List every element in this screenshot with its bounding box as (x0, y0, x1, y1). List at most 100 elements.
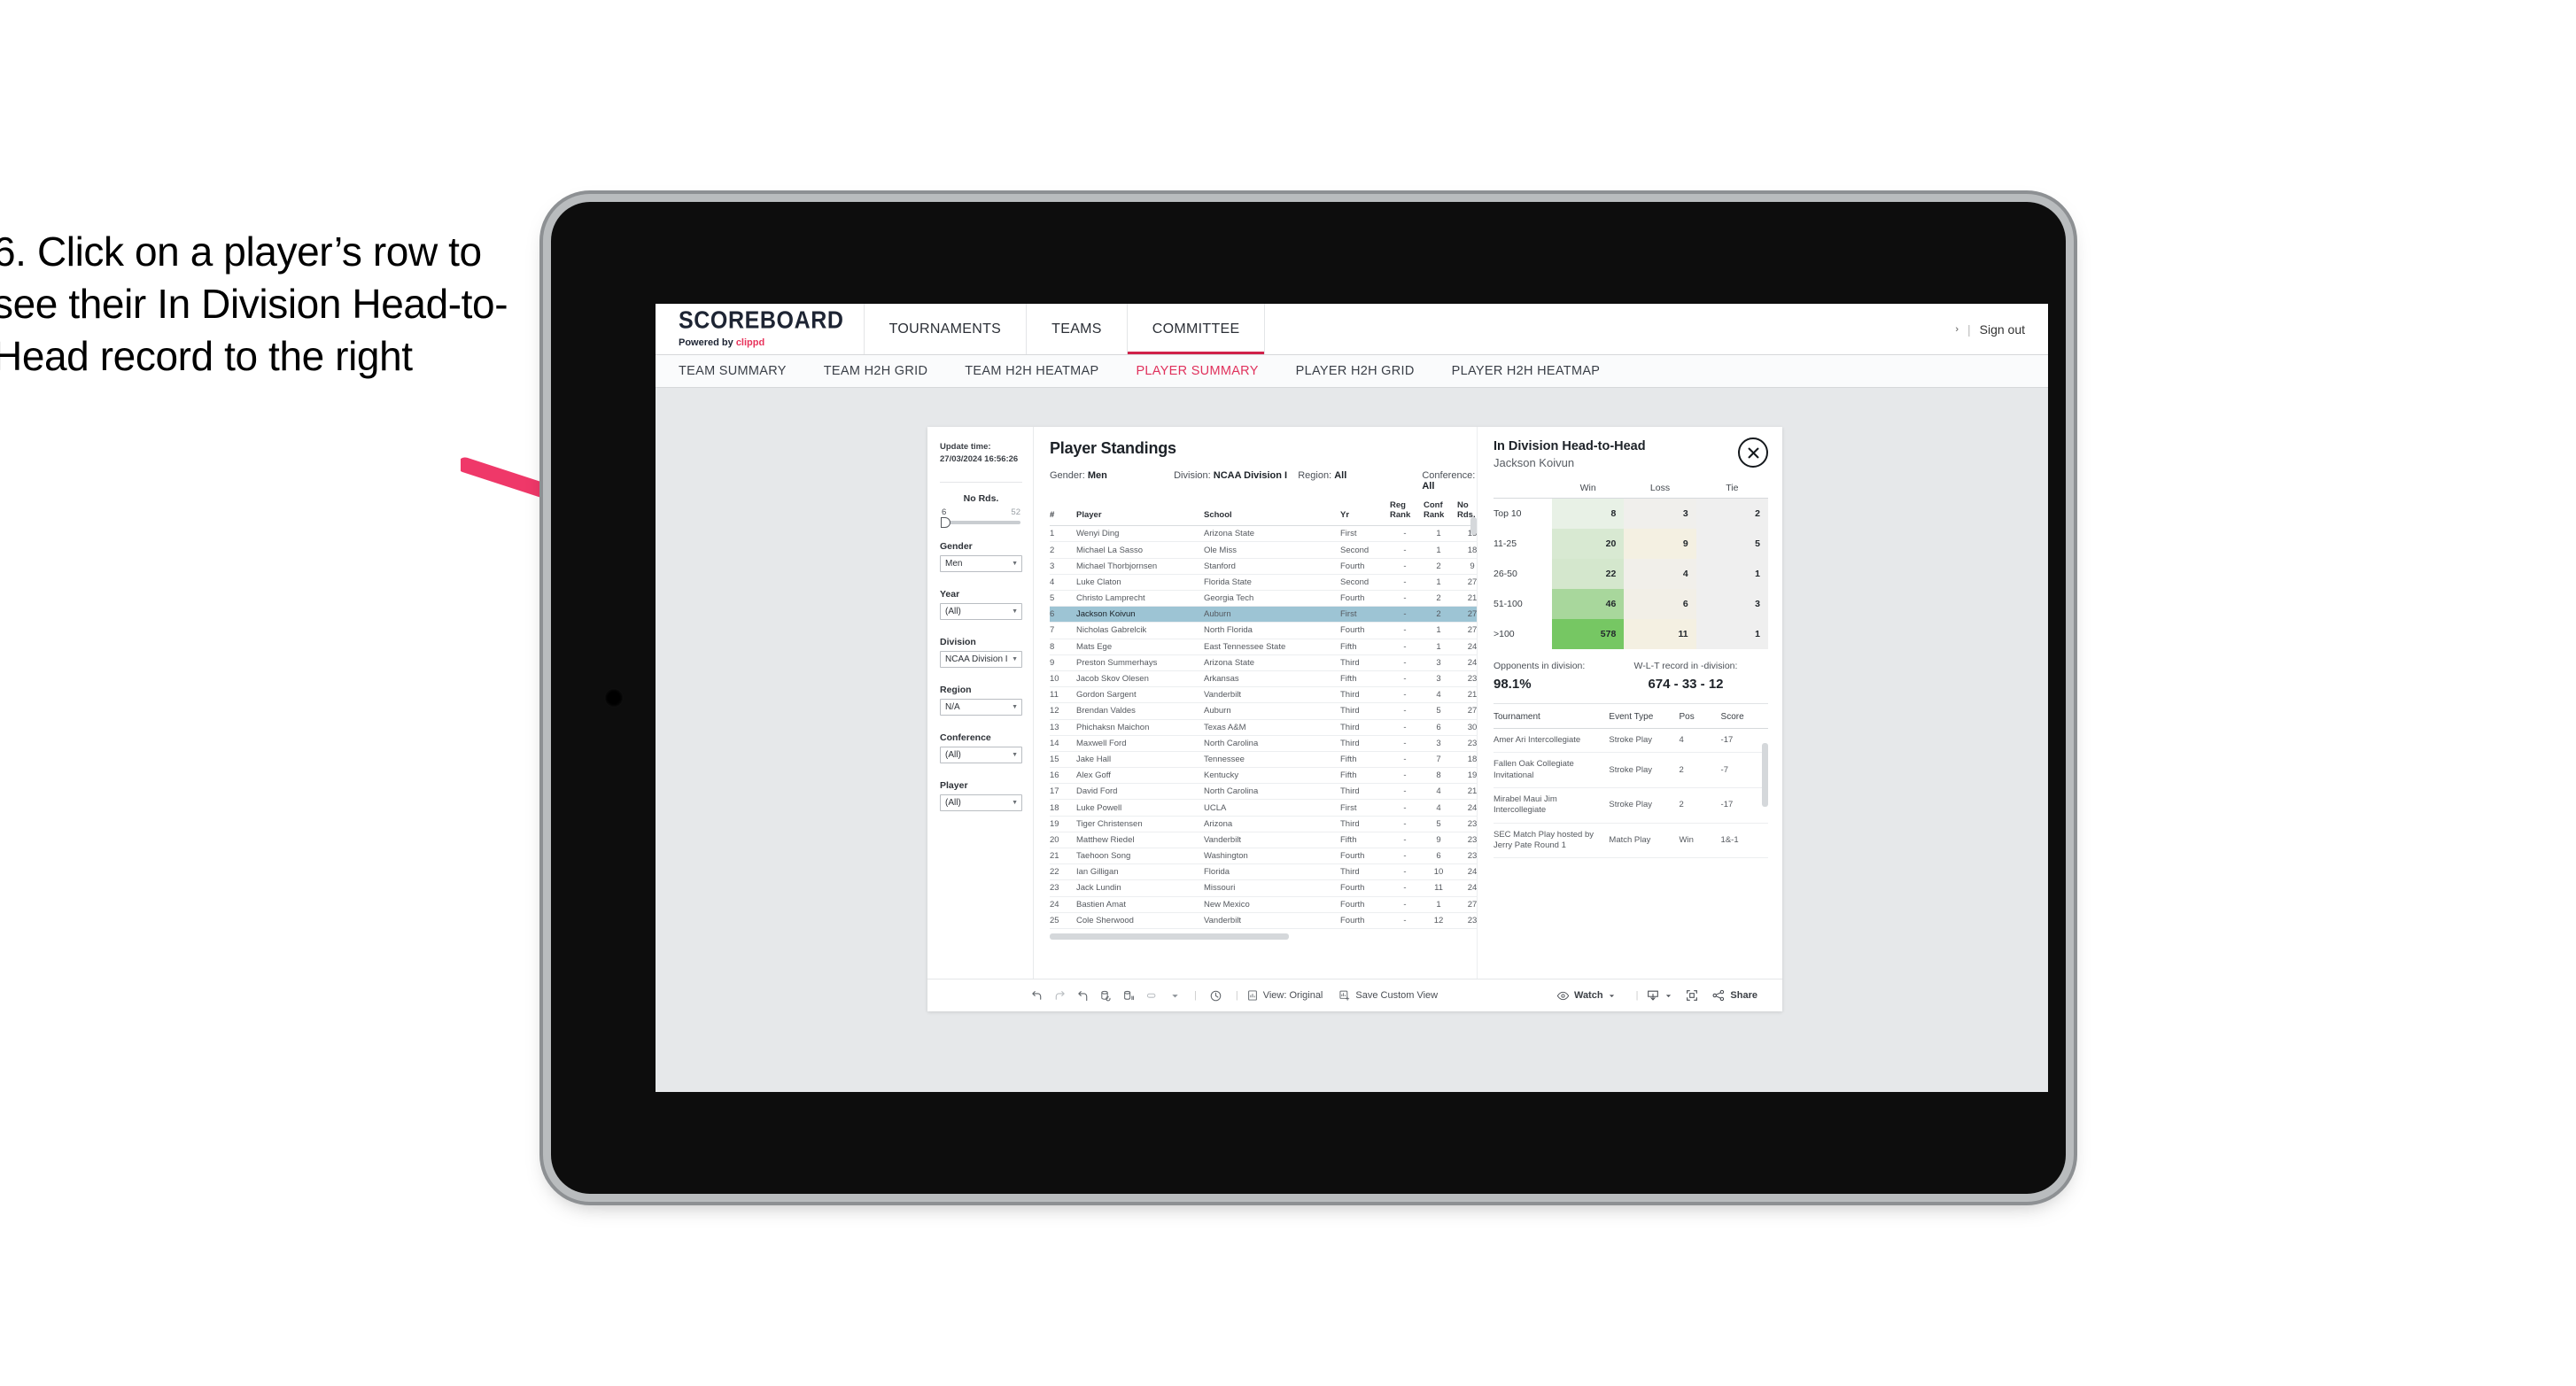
table-row[interactable]: 4Luke ClatonFlorida StateSecond-1272 (1050, 574, 1477, 592)
table-row[interactable]: 14Maxwell FordNorth CarolinaThird-3230 (1050, 735, 1477, 752)
fullscreen-button[interactable] (1685, 988, 1699, 1003)
table-row[interactable]: 12Brendan ValdesAuburnThird-5270 (1050, 702, 1477, 720)
cell-player: Jacob Skov Olesen (1076, 670, 1204, 688)
cell-rds: 23 (1457, 670, 1477, 688)
account-caret-icon[interactable]: › (1955, 324, 1959, 335)
cell-yr: Third (1340, 816, 1390, 832)
standings-vertical-scrollbar[interactable] (1470, 517, 1477, 535)
table-row[interactable]: 13Phichaksn MaichonTexas A&MThird-6301 (1050, 719, 1477, 736)
share-button[interactable]: Share (1711, 988, 1757, 1003)
clock-icon[interactable] (1205, 984, 1228, 1007)
filter-division-select[interactable]: NCAA Division I ▼ (940, 650, 1022, 668)
h2h-cell-loss: 3 (1624, 498, 1696, 529)
tournament-col-4[interactable]: Score (1720, 712, 1768, 729)
h2h-row[interactable]: Top 10 8 3 2 (1494, 498, 1768, 529)
tournament-cell-score: 1&-1 (1720, 823, 1768, 859)
undo-icon[interactable] (1025, 984, 1048, 1007)
close-icon[interactable] (1738, 437, 1768, 468)
table-row[interactable]: 1Wenyi DingArizona StateFirst-1151 (1050, 525, 1477, 543)
table-row[interactable]: 7 Nicholas Gabrelcik North Florida Fourth -1… (1050, 622, 1477, 639)
tournament-col-2[interactable]: Event Type (1609, 712, 1680, 729)
tournament-col-3[interactable]: Pos (1679, 712, 1721, 729)
pause-icon[interactable] (1117, 984, 1140, 1007)
tab-player-h2h-grid[interactable]: PLAYER H2H GRID (1296, 364, 1415, 378)
cell-yr: Second (1340, 574, 1390, 592)
standings-col-6[interactable]: Conf Rank (1424, 501, 1457, 527)
table-row[interactable]: 5 Christo Lamprecht Georgia Tech Fourth -2 21… (1050, 590, 1477, 608)
table-row[interactable]: 24Bastien AmatNew MexicoFourth-1272 (1050, 896, 1477, 913)
standings-body: 1Wenyi DingArizona StateFirst-11512Micha… (1050, 525, 1477, 929)
filter-conference-select[interactable]: (All) ▼ (940, 746, 1022, 763)
slider-handle[interactable] (941, 516, 950, 528)
revert-icon[interactable] (1071, 984, 1094, 1007)
tournament-row[interactable]: SEC Match Play hosted by Jerry Pate Roun… (1494, 823, 1768, 859)
brand-name: SCOREBOARD (679, 306, 844, 334)
table-row[interactable]: 15Jake HallTennesseeFifth-7180 (1050, 751, 1477, 769)
tournament-col-1[interactable]: Tournament (1494, 712, 1610, 729)
standings-col-3[interactable]: School (1204, 501, 1340, 527)
tab-team-h2h-grid[interactable]: TEAM H2H GRID (824, 364, 928, 378)
refresh-data-icon[interactable] (1094, 984, 1117, 1007)
standings-col-1[interactable]: # (1050, 501, 1076, 527)
tournament-row[interactable]: Mirabel Maui Jim Intercollegiate Stroke P… (1494, 787, 1768, 824)
viz-toolbar-right: Watch | Share (1556, 988, 1770, 1003)
download-button[interactable] (1646, 988, 1672, 1003)
nav-tournaments[interactable]: TOURNAMENTS (863, 304, 1027, 354)
standings-col-4[interactable]: Yr (1340, 501, 1390, 527)
view-original-button[interactable]: View: Original (1246, 989, 1323, 1002)
table-row[interactable]: 9 Preston Summerhays Arizona State Third -3 2… (1050, 654, 1477, 671)
table-row[interactable]: 18Luke PowellUCLAFirst-4241 (1050, 799, 1477, 817)
standings-col-2[interactable]: Player (1076, 501, 1204, 527)
highlight-icon[interactable] (1140, 984, 1163, 1007)
filter-region-select[interactable]: N/A ▼ (940, 698, 1022, 716)
tab-player-summary[interactable]: PLAYER SUMMARY (1136, 364, 1258, 378)
table-row[interactable]: 22Ian GilliganFloridaThird-10241 (1050, 863, 1477, 881)
h2h-row[interactable]: 11-25 20 9 5 (1494, 529, 1768, 559)
h2h-title: In Division Head-to-Head (1494, 439, 1646, 453)
watch-button[interactable]: Watch (1556, 989, 1616, 1003)
h2h-cell-tie: 5 (1695, 529, 1768, 559)
table-row[interactable]: 11Gordon SargentVanderbiltThird-4210 (1050, 686, 1477, 704)
kpi-wlt-value: 674 - 33 - 12 (1648, 677, 1724, 692)
tab-player-h2h-heatmap[interactable]: PLAYER H2H HEATMAP (1452, 364, 1601, 378)
table-row[interactable]: 21Taehoon SongWashingtonFourth-6231 (1050, 848, 1477, 865)
h2h-row[interactable]: 26-50 22 4 1 (1494, 559, 1768, 589)
h2h-row[interactable]: >100 578 11 1 (1494, 619, 1768, 649)
tab-team-h2h-heatmap[interactable]: TEAM H2H HEATMAP (965, 364, 1098, 378)
table-row[interactable]: 2Michael La SassoOle MissSecond-1180 (1050, 541, 1477, 559)
slider-track[interactable] (941, 516, 1020, 528)
table-row[interactable]: 6Jackson KoivunAuburnFirst-2271 (1050, 606, 1477, 623)
table-row[interactable]: 8Mats EgeEast Tennessee StateFifth-1242 (1050, 639, 1477, 655)
table-row[interactable]: 20Matthew RiedelVanderbiltFifth-9230 (1050, 832, 1477, 849)
cell-yr: Third (1340, 686, 1390, 704)
table-row[interactable]: 19Tiger ChristensenArizonaThird-5232 (1050, 816, 1477, 832)
nav-committee[interactable]: COMMITTEE (1126, 304, 1265, 354)
standings-meta: Gender: Men Division: NCAA Division I Re… (1050, 470, 1477, 492)
tournament-scrollbar[interactable] (1762, 743, 1768, 807)
chevron-down-icon[interactable] (1163, 984, 1186, 1007)
cell-reg: - (1390, 896, 1424, 913)
nav-teams[interactable]: TEAMS (1026, 304, 1127, 354)
standings-horizontal-scrollbar[interactable] (1050, 933, 1289, 940)
tournament-row[interactable]: Amer Ari Intercollegiate Stroke Play 4 -17 (1494, 728, 1768, 754)
redo-icon[interactable] (1048, 984, 1071, 1007)
filter-player-select[interactable]: (All) ▼ (940, 794, 1022, 811)
table-row[interactable]: 3Michael ThorbjornsenStanfordFourth-291 (1050, 558, 1477, 575)
cell-rank: 23 (1050, 879, 1076, 897)
filter-gender-select[interactable]: Men ▼ (940, 554, 1022, 572)
sign-out-button[interactable]: Sign out (1980, 322, 2025, 337)
table-row[interactable]: 10Jacob Skov OlesenArkansasFifth-3230 (1050, 670, 1477, 688)
table-row[interactable]: 25Cole SherwoodVanderbiltFourth-12231 (1050, 912, 1477, 929)
save-custom-view-button[interactable]: Save Custom View (1338, 989, 1438, 1002)
tab-team-summary[interactable]: TEAM SUMMARY (679, 364, 787, 378)
tournament-row[interactable]: Fallen Oak Collegiate Invitational Stroke… (1494, 752, 1768, 789)
cell-conf: 2 (1424, 606, 1457, 623)
cell-rds: 27 (1457, 574, 1477, 592)
standings-col-5[interactable]: Reg Rank (1390, 501, 1424, 527)
table-row[interactable]: 17David FordNorth CarolinaThird-4211 (1050, 783, 1477, 801)
filter-year-select[interactable]: (All) ▼ (940, 602, 1022, 620)
table-row[interactable]: 23Jack LundinMissouriFourth-11240 (1050, 879, 1477, 897)
table-row[interactable]: 16Alex GoffKentuckyFifth-8190 (1050, 767, 1477, 785)
h2h-row[interactable]: 51-100 46 6 3 (1494, 589, 1768, 619)
cell-player: Ian Gilligan (1076, 863, 1204, 881)
